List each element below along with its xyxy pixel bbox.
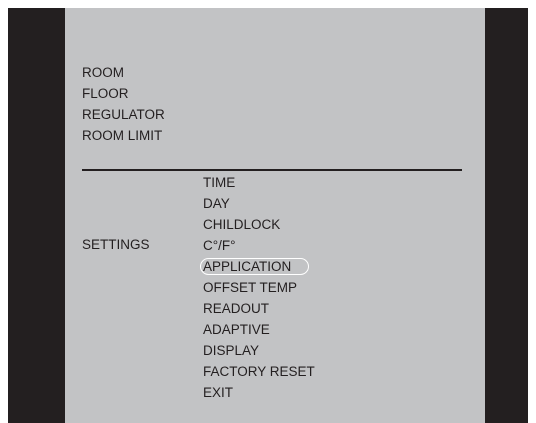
settings-item-factory-reset[interactable]: FACTORY RESET: [203, 361, 315, 382]
settings-item-temperature-unit[interactable]: C°/F°: [203, 235, 315, 256]
menu-item-room[interactable]: ROOM: [82, 62, 165, 83]
settings-submenu: TIME DAY CHILDLOCK C°/F° APPLICATION OFF…: [200, 172, 315, 403]
settings-item-time[interactable]: TIME: [203, 172, 315, 193]
settings-label[interactable]: SETTINGS: [82, 234, 150, 255]
device-bezel: ROOM FLOOR REGULATOR ROOM LIMIT SETTINGS…: [8, 8, 528, 423]
settings-item-offset-temp[interactable]: OFFSET TEMP: [203, 277, 315, 298]
settings-item-day[interactable]: DAY: [203, 193, 315, 214]
menu-item-room-limit[interactable]: ROOM LIMIT: [82, 125, 165, 146]
settings-item-display[interactable]: DISPLAY: [203, 340, 315, 361]
menu-divider: [82, 169, 462, 171]
menu-item-regulator[interactable]: REGULATOR: [82, 104, 165, 125]
settings-item-adaptive[interactable]: ADAPTIVE: [203, 319, 315, 340]
menu-item-floor[interactable]: FLOOR: [82, 83, 165, 104]
menu-screen: ROOM FLOOR REGULATOR ROOM LIMIT SETTINGS…: [65, 8, 485, 423]
settings-item-exit[interactable]: EXIT: [203, 382, 315, 403]
settings-item-readout[interactable]: READOUT: [203, 298, 315, 319]
main-menu: ROOM FLOOR REGULATOR ROOM LIMIT: [82, 62, 165, 146]
settings-item-application[interactable]: APPLICATION: [200, 256, 315, 277]
settings-item-childlock[interactable]: CHILDLOCK: [203, 214, 315, 235]
